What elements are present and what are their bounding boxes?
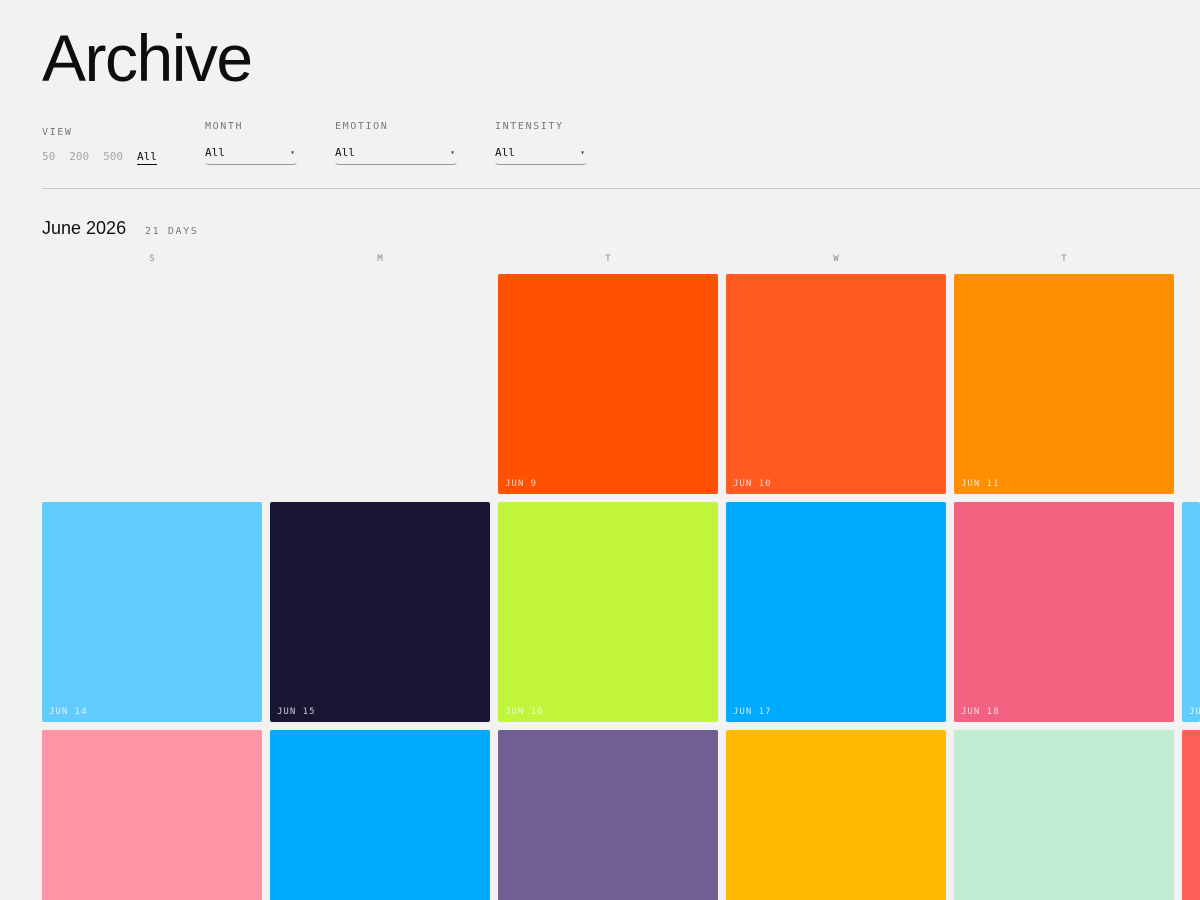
day-tile[interactable]: JUN 17 [726,502,946,722]
weekday-header: T [1061,254,1067,264]
month-day-count: 21 DAYS [145,226,199,237]
day-tile[interactable] [42,730,262,900]
emotion-select-value: All [335,146,355,159]
day-tile[interactable]: JUN 9 [498,274,718,494]
archive-page: Archive VIEW 50 200 500 All MONTH All ▾ … [0,0,1200,900]
weekday-header: W [833,254,839,264]
day-tile-date: JUN 18 [961,707,1000,717]
intensity-filter-label: INTENSITY [495,121,564,132]
day-tile[interactable]: JUN 18 [954,502,1174,722]
day-tile[interactable] [498,730,718,900]
day-tile-date: JUN 10 [733,479,772,489]
intensity-select-value: All [495,146,515,159]
month-select[interactable]: All ▾ [205,146,297,165]
view-filter-label: VIEW [42,127,73,138]
intensity-select[interactable]: All ▾ [495,146,587,165]
page-title: Archive [42,21,253,95]
day-tile-date: JUN [1189,707,1200,717]
day-tile[interactable]: JUN 16 [498,502,718,722]
day-tile[interactable]: JUN [1182,502,1200,722]
day-tile[interactable] [954,730,1174,900]
chevron-down-icon: ▾ [450,148,455,157]
day-tile[interactable]: JUN 10 [726,274,946,494]
day-tile-date: JUN 15 [277,707,316,717]
day-tile-date: JUN 14 [49,707,88,717]
chevron-down-icon: ▾ [290,148,295,157]
month-select-value: All [205,146,225,159]
view-option-500[interactable]: 500 [103,150,123,165]
day-tile-date: JUN 11 [961,479,1000,489]
weekday-header: S [149,254,155,264]
day-tile-date: JUN 17 [733,707,772,717]
day-tile[interactable]: JUN 15 [270,502,490,722]
day-tile[interactable] [270,730,490,900]
day-tile[interactable] [1182,730,1200,900]
emotion-filter-label: EMOTION [335,121,389,132]
view-option-all[interactable]: All [137,150,157,165]
weekday-header: M [377,254,383,264]
view-options: 50 200 500 All [42,150,157,165]
emotion-select[interactable]: All ▾ [335,146,457,165]
day-tile[interactable]: JUN 14 [42,502,262,722]
month-heading: June 2026 [42,218,127,238]
chevron-down-icon: ▾ [580,148,585,157]
day-tile-date: JUN 9 [505,479,538,489]
day-tile[interactable] [726,730,946,900]
view-option-50[interactable]: 50 [42,150,55,165]
weekday-header: T [605,254,611,264]
day-tile-date: JUN 16 [505,707,544,717]
filters-divider [42,188,1200,189]
day-tile[interactable]: JUN 11 [954,274,1174,494]
view-option-200[interactable]: 200 [69,150,89,165]
month-filter-label: MONTH [205,121,244,132]
